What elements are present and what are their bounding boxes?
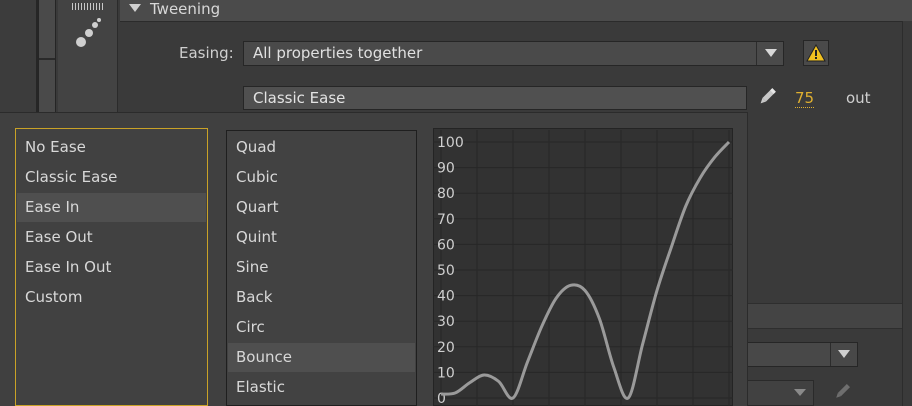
- ease-function-bounce[interactable]: Bounce: [228, 343, 415, 372]
- background-row: [748, 303, 902, 329]
- ease-type-list[interactable]: No Ease Classic Ease Ease In Ease Out Ease I…: [15, 128, 208, 406]
- ease-curve-chart: 0102030405060708090100: [433, 130, 733, 406]
- y-tick-label: 70: [437, 212, 455, 228]
- ease-direction-label: out: [846, 89, 871, 107]
- section-title: Tweening: [150, 0, 221, 18]
- ease-function-cubic[interactable]: Cubic: [228, 163, 415, 192]
- ease-preset-value[interactable]: Classic Ease: [253, 89, 345, 107]
- ease-function-back[interactable]: Back: [228, 283, 415, 312]
- ease-type-ease-out[interactable]: Ease Out: [17, 223, 206, 252]
- ease-function-list[interactable]: Quad Cubic Quart Quint Sine Back Circ Bounce Ela…: [226, 130, 417, 406]
- disclosure-triangle-icon[interactable]: [129, 4, 141, 12]
- warning-icon: [806, 43, 826, 62]
- y-tick-label: 90: [437, 161, 455, 177]
- ease-type-classic-ease[interactable]: Classic Ease: [17, 163, 206, 192]
- ease-function-circ[interactable]: Circ: [228, 313, 415, 342]
- easing-label: Easing:: [179, 44, 234, 62]
- easing-dropdown-value[interactable]: All properties together: [253, 44, 422, 62]
- ease-function-quart[interactable]: Quart: [228, 193, 415, 222]
- chevron-down-icon[interactable]: [794, 389, 806, 396]
- ease-function-quad[interactable]: Quad: [228, 133, 415, 162]
- ease-function-elastic[interactable]: Elastic: [228, 373, 415, 402]
- tweening-section-header[interactable]: [120, 0, 912, 22]
- warning-button[interactable]: [803, 40, 829, 66]
- y-tick-label: 60: [437, 237, 455, 253]
- y-tick-label: 100: [437, 135, 464, 151]
- y-tick-label: 80: [437, 186, 455, 202]
- ease-preset-icon: [76, 18, 101, 47]
- dropdown-separator: [830, 343, 831, 366]
- ease-type-ease-in-out[interactable]: Ease In Out: [17, 253, 206, 282]
- chevron-down-icon[interactable]: [765, 49, 777, 57]
- y-tick-label: 50: [437, 263, 455, 279]
- panel-edge: [902, 21, 912, 406]
- ease-amount-value[interactable]: 75: [795, 89, 815, 108]
- y-tick-label: 10: [437, 365, 455, 381]
- pencil-icon[interactable]: [756, 86, 778, 108]
- timeline-strip: [0, 0, 36, 120]
- ease-type-ease-in[interactable]: Ease In: [17, 193, 206, 222]
- vertical-scrollbar[interactable]: [38, 0, 56, 120]
- y-tick-label: 20: [437, 340, 455, 356]
- y-tick-label: 40: [437, 289, 455, 305]
- pencil-icon[interactable]: [832, 382, 852, 402]
- y-tick-label: 30: [437, 314, 455, 330]
- drag-handle[interactable]: [72, 3, 104, 10]
- chevron-down-icon[interactable]: [838, 350, 850, 358]
- ease-type-no-ease[interactable]: No Ease: [17, 133, 206, 162]
- ease-function-quint[interactable]: Quint: [228, 223, 415, 252]
- ease-function-sine[interactable]: Sine: [228, 253, 415, 282]
- dropdown-separator: [756, 42, 757, 65]
- ease-type-custom[interactable]: Custom: [17, 283, 206, 312]
